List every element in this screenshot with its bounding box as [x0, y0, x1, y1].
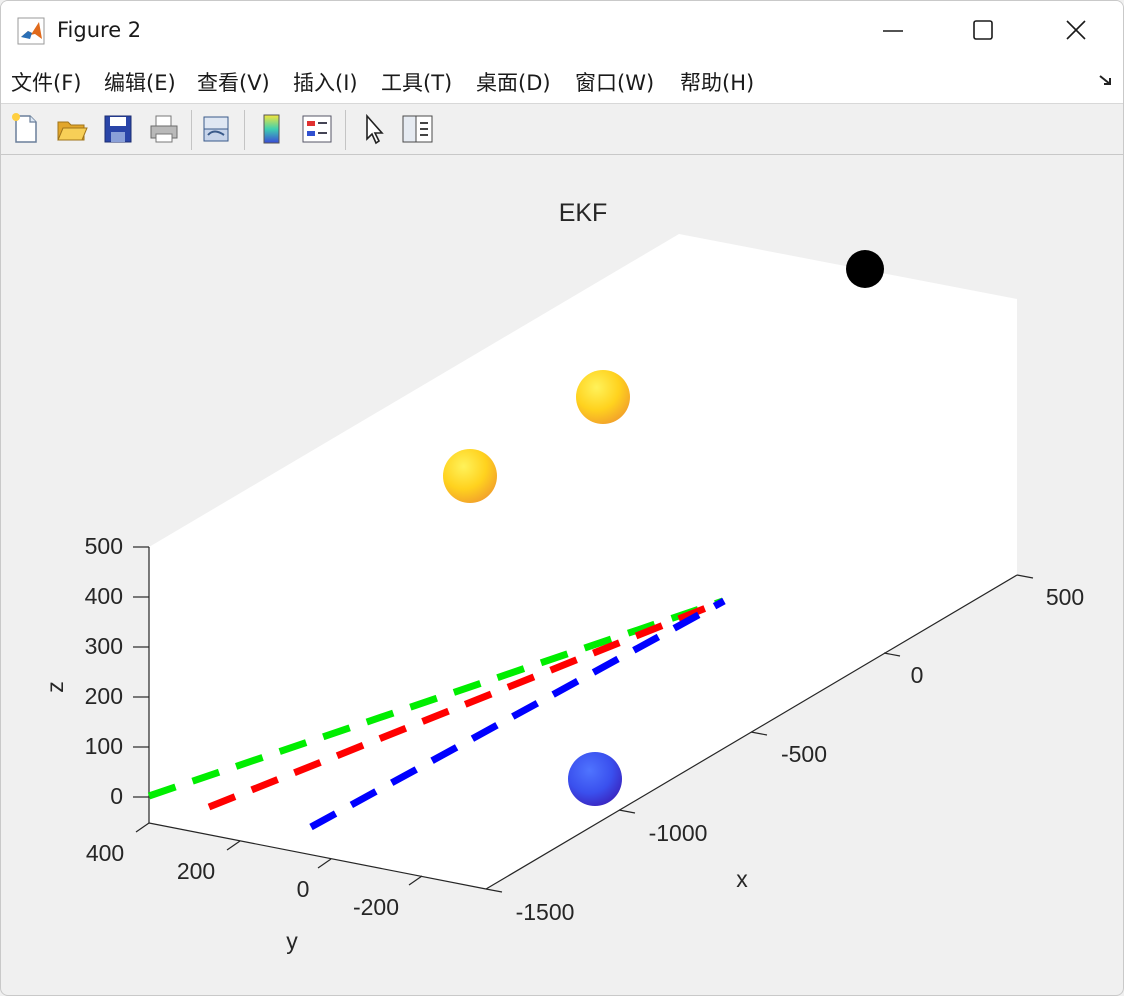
x-tick-label: -1500 [516, 899, 575, 925]
yellow-sphere [576, 370, 630, 424]
z-axis-label: z [42, 681, 68, 693]
black-marker [846, 250, 884, 288]
x-tick-label: 500 [1046, 584, 1084, 610]
z-tick-label: 500 [85, 533, 123, 559]
z-tick-label: 100 [85, 733, 123, 759]
y-tick-label: 200 [177, 858, 215, 884]
z-tick-label: 400 [85, 583, 123, 609]
y-tick-label: 400 [86, 840, 124, 866]
x-tick-label: -1000 [649, 820, 708, 846]
z-tick-label: 0 [110, 783, 123, 809]
x-tick-label: 0 [911, 662, 924, 688]
plot-area[interactable]: EKF 500 400 300 200 100 0 z 400 200 0 -2… [1, 1, 1123, 995]
figure-window: Figure 2 文件(F) 编辑(E) 查看(V) 插入(I) 工具(T) 桌… [0, 0, 1124, 996]
z-axis: 500 400 300 200 100 0 z [42, 533, 149, 809]
yellow-sphere [443, 449, 497, 503]
blue-sphere [568, 752, 622, 806]
x-tick-label: -500 [781, 741, 827, 767]
x-tick-mark [883, 652, 901, 657]
y-tick-mark [408, 875, 423, 886]
y-tick-mark [135, 822, 150, 833]
y-tick-label: 0 [297, 876, 310, 902]
x-tick-mark [618, 809, 636, 814]
z-tick-label: 200 [85, 683, 123, 709]
x-tick-mark [750, 731, 768, 736]
x-tick-mark [485, 888, 503, 893]
chart-title: EKF [559, 199, 608, 227]
z-tick-label: 300 [85, 633, 123, 659]
x-tick-mark [1016, 574, 1034, 579]
y-tick-mark [226, 840, 241, 851]
y-axis-label: y [286, 928, 298, 954]
y-tick-mark [317, 858, 332, 869]
x-axis-label: x [736, 866, 748, 892]
y-tick-label: -200 [353, 894, 399, 920]
